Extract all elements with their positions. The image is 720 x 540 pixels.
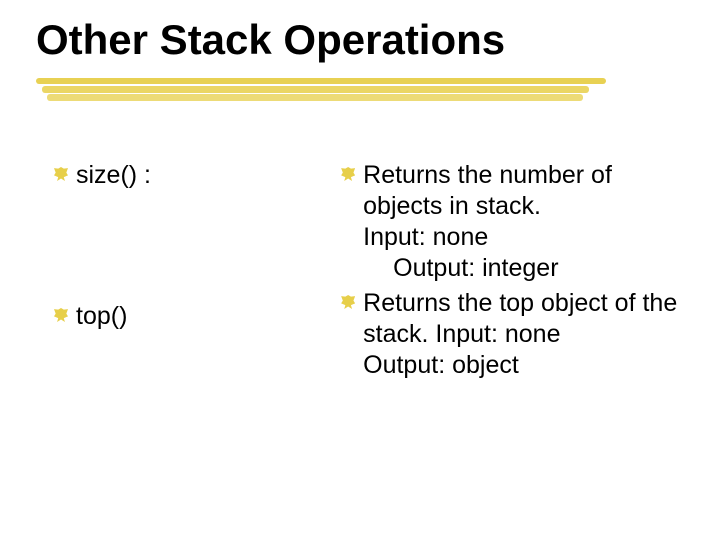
list-item: Returns the number of objects in stack. … bbox=[341, 160, 680, 284]
content-area: size() : top() Returns the number of obj… bbox=[54, 160, 680, 381]
bullet-icon bbox=[54, 167, 68, 181]
desc-text: Returns the top object of the stack. Inp… bbox=[363, 289, 677, 348]
description-top: Returns the top object of the stack. Inp… bbox=[363, 288, 680, 381]
desc-text: Returns the number of objects in stack. bbox=[363, 161, 612, 220]
left-column: size() : top() bbox=[54, 160, 313, 381]
right-column: Returns the number of objects in stack. … bbox=[341, 160, 680, 381]
method-name-top: top() bbox=[76, 301, 127, 332]
bullet-icon bbox=[341, 167, 355, 181]
desc-text: Output: integer bbox=[363, 254, 558, 282]
bullet-icon bbox=[54, 308, 68, 322]
description-size: Returns the number of objects in stack. … bbox=[363, 160, 680, 284]
list-item: Returns the top object of the stack. Inp… bbox=[341, 288, 680, 381]
desc-text: Input: none bbox=[363, 223, 488, 251]
list-item: top() bbox=[54, 301, 313, 332]
list-item: size() : bbox=[54, 160, 313, 191]
slide-title: Other Stack Operations bbox=[36, 16, 505, 64]
method-name-size: size() : bbox=[76, 160, 151, 191]
desc-text: Output: object bbox=[363, 351, 519, 379]
bullet-icon bbox=[341, 295, 355, 309]
slide: Other Stack Operations size() : top() Re… bbox=[0, 0, 720, 540]
title-underline bbox=[36, 78, 606, 108]
